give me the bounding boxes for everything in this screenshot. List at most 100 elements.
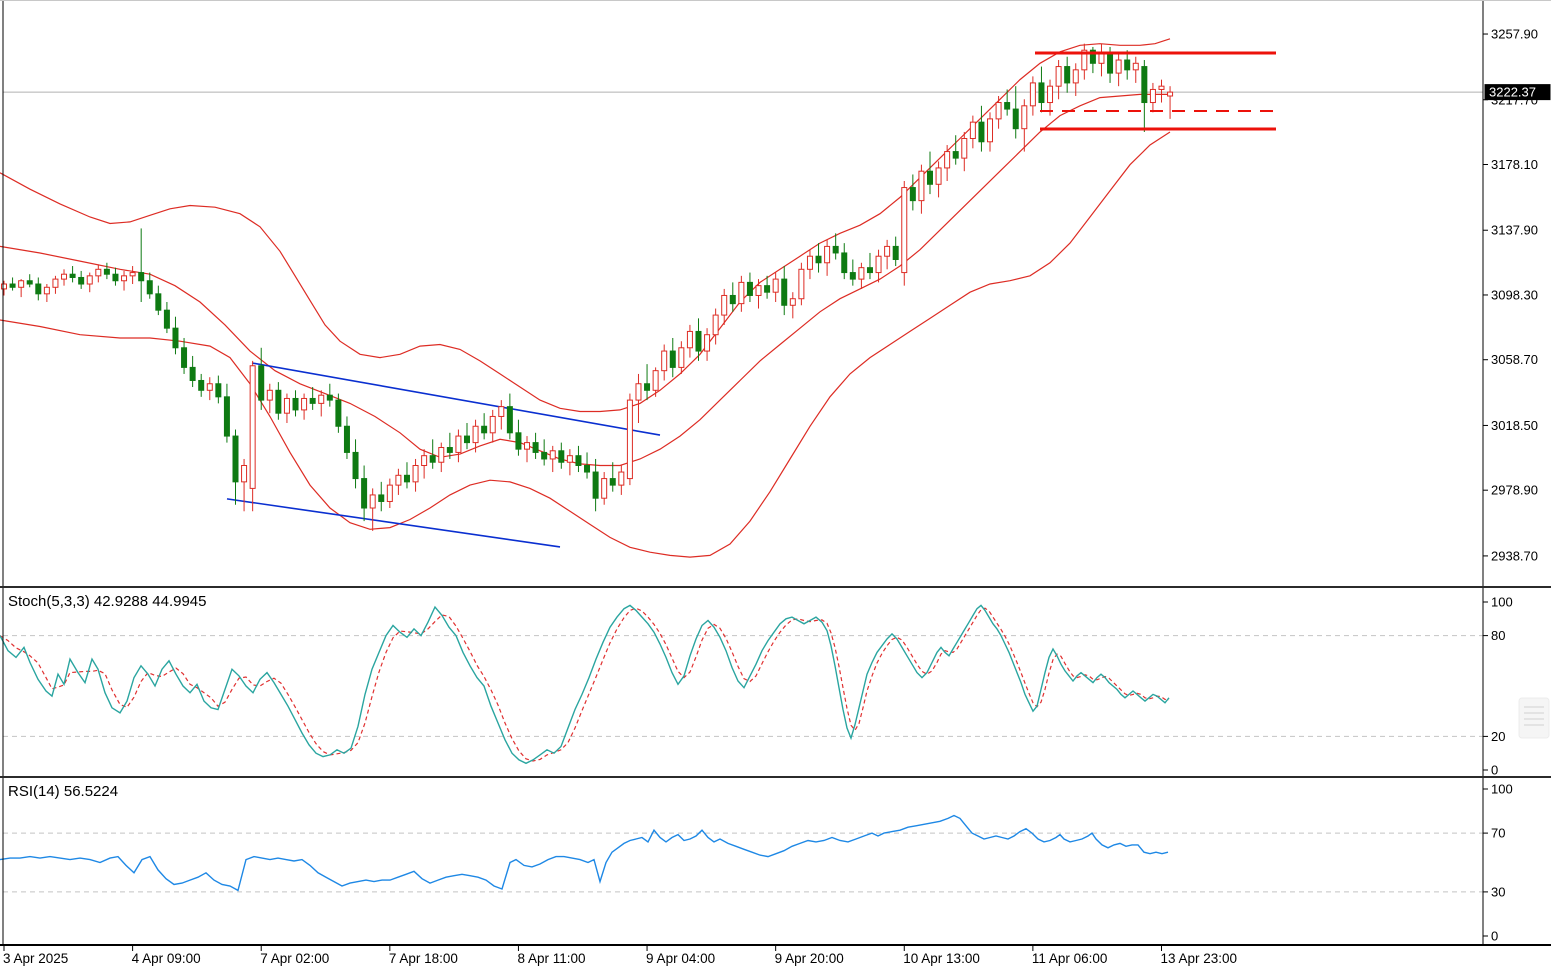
candle-body: [70, 274, 75, 277]
candle-body: [662, 351, 667, 371]
axis-tick-label: 0: [1491, 929, 1498, 944]
candle-body: [53, 279, 58, 287]
candle-body: [490, 416, 495, 432]
time-tick-label: 9 Apr 04:00: [646, 951, 715, 966]
candle-body: [782, 279, 787, 305]
axis-tick-label: 100: [1491, 782, 1513, 797]
candle-body: [567, 456, 572, 463]
candle-body: [422, 456, 427, 466]
candle-body: [224, 397, 229, 436]
candle-body: [104, 269, 109, 274]
candle-body: [62, 274, 67, 279]
candle-body: [1005, 103, 1010, 110]
candle-body: [739, 282, 744, 303]
price-axis[interactable]: 3257.903217.703178.103137.903098.303058.…: [1483, 27, 1551, 564]
rsi-axis[interactable]: 10070300: [1483, 782, 1513, 944]
candle-body: [284, 398, 289, 413]
time-tick-label: 8 Apr 11:00: [517, 951, 585, 966]
chart-canvas[interactable]: 3257.903217.703178.103137.903098.303058.…: [0, 1, 1551, 971]
bollinger-bands: [0, 39, 1170, 557]
candle-body: [207, 384, 212, 391]
candle-body: [464, 436, 469, 443]
axis-tick-label: 20: [1491, 729, 1505, 744]
price-tick-label: 3098.30: [1491, 287, 1538, 302]
candle-body: [404, 475, 409, 482]
candle-body: [199, 380, 204, 390]
watermark-icon: [1519, 698, 1549, 738]
candle-body: [1142, 67, 1147, 103]
candle-body: [439, 448, 444, 463]
rsi-indicator-label: RSI(14) 56.5224: [8, 783, 118, 800]
stoch-signal-line: [0, 608, 1169, 761]
bollinger-middle-line: [0, 94, 1170, 465]
current-price-badge-label: 3222.37: [1489, 85, 1536, 100]
candle-body: [156, 294, 161, 310]
time-tick-label: 9 Apr 20:00: [775, 951, 844, 966]
candle-body: [859, 268, 864, 279]
price-tick-label: 3257.90: [1491, 27, 1538, 42]
candle-body: [533, 443, 538, 453]
axis-tick-label: 80: [1491, 628, 1505, 643]
candle-body: [293, 398, 298, 409]
candle-body: [250, 366, 255, 489]
candle-body: [96, 269, 101, 276]
candle-body: [233, 436, 238, 482]
time-tick-label: 7 Apr 18:00: [389, 951, 458, 966]
candle-body: [970, 122, 975, 138]
channel-trendline-lower[interactable]: [227, 499, 560, 547]
candle-body: [670, 351, 675, 367]
candle-body: [996, 103, 1001, 119]
candle-body: [927, 171, 932, 184]
candle-body: [1022, 106, 1027, 129]
candle-body: [1133, 63, 1138, 70]
candle-body: [850, 273, 855, 280]
axis-tick-label: 100: [1491, 595, 1513, 610]
candle-body: [653, 371, 658, 391]
candle-body: [807, 256, 812, 269]
candle-body: [636, 384, 641, 400]
candle-body: [730, 295, 735, 303]
time-tick-label: 11 Apr 06:00: [1032, 951, 1108, 966]
candle-body: [259, 366, 264, 400]
candle-body: [799, 269, 804, 298]
candle-body: [516, 433, 521, 449]
candle-body: [885, 246, 890, 256]
candle-body: [1056, 67, 1061, 87]
candle-body: [816, 256, 821, 263]
candle-body: [1116, 60, 1121, 73]
candle-body: [747, 282, 752, 295]
price-tick-label: 2978.90: [1491, 483, 1538, 498]
candle-body: [482, 426, 487, 433]
candle-body: [713, 315, 718, 335]
candle-body: [447, 448, 452, 453]
candle-body: [1099, 53, 1104, 63]
stoch-axis[interactable]: 100 80 20 0: [1483, 595, 1513, 778]
candle-body: [1108, 53, 1113, 73]
rsi-line: [0, 816, 1168, 891]
axis-tick-label: 30: [1491, 884, 1505, 899]
main-price-panel: [0, 39, 1483, 557]
candle-body: [19, 281, 24, 288]
candle-body: [559, 451, 564, 462]
candle-body: [705, 335, 710, 351]
candle-body: [645, 384, 650, 391]
candle-body: [36, 284, 41, 294]
stochastic-panel: [0, 605, 1549, 763]
candle-body: [576, 456, 581, 466]
candle-body: [962, 139, 967, 159]
trading-chart-screen: 3257.903217.703178.103137.903098.303058.…: [0, 0, 1551, 971]
candle-body: [945, 152, 950, 168]
price-tick-label: 3137.90: [1491, 223, 1538, 238]
candle-body: [413, 466, 418, 482]
candle-body: [10, 284, 15, 287]
candle-body: [2, 284, 7, 289]
candle-body: [979, 122, 984, 142]
candle-body: [1048, 86, 1053, 102]
candle-body: [344, 426, 349, 452]
axis-tick-label: 0: [1491, 763, 1498, 778]
candle-body: [790, 299, 795, 306]
candle-body: [87, 276, 92, 284]
candle-body: [867, 268, 872, 273]
time-axis[interactable]: 3 Apr 20254 Apr 09:007 Apr 02:007 Apr 18…: [3, 946, 1237, 966]
candle-body: [122, 276, 127, 281]
